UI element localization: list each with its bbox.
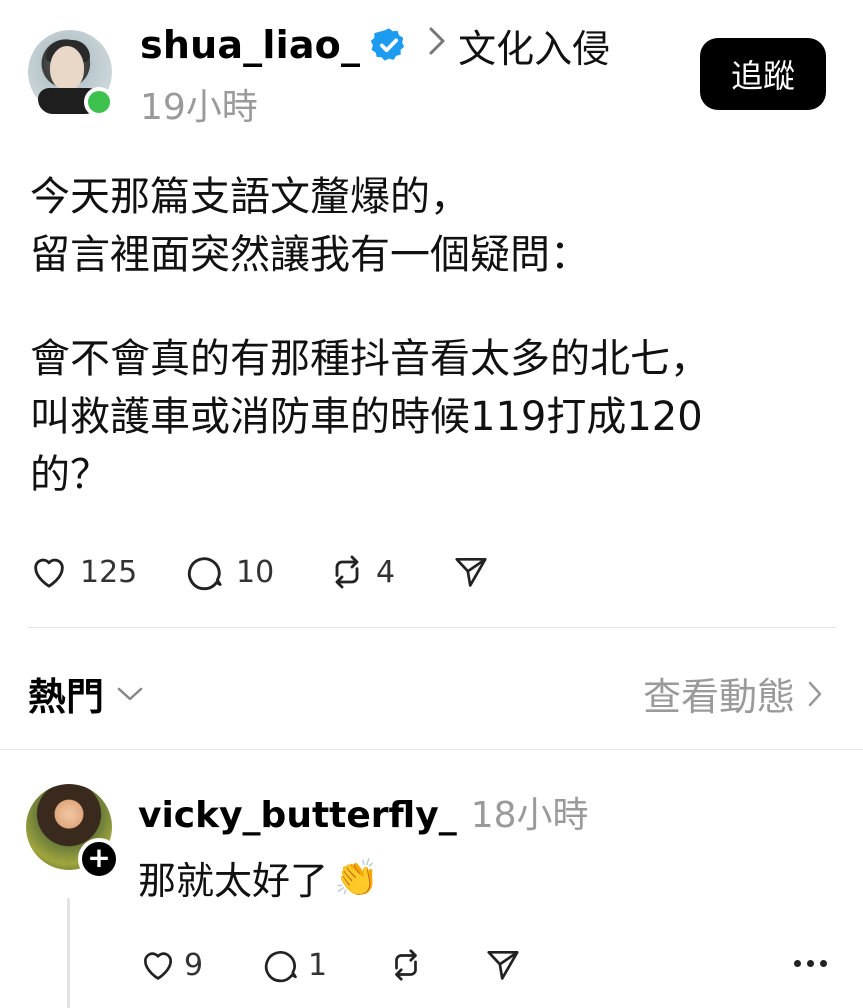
post-divider (28, 627, 836, 628)
post-paragraph-1: 今天那篇支語文釐爆的， 留言裡面突然讓我有一個疑問： (30, 174, 590, 278)
follow-plus-icon[interactable]: + (78, 838, 120, 880)
view-activity-label: 查看動態 (642, 675, 795, 719)
share-button[interactable] (452, 552, 490, 592)
comment-text: 那就太好了 👏 (138, 850, 379, 905)
thread-line (67, 898, 70, 1008)
repost-count: 4 (376, 554, 396, 590)
view-activity-link[interactable]: 查看動態 (643, 666, 823, 721)
comment-bubble-icon (264, 951, 297, 983)
post-paragraph-2: 會不會真的有那種抖音看太多的北七， 叫救護車或消防車的時候119打成120 的？ (30, 336, 710, 498)
comment-button[interactable]: 10 (186, 552, 274, 592)
heart-icon (34, 558, 64, 588)
post-time: 19小時 (140, 87, 258, 128)
comment-like-count: 9 (184, 947, 204, 983)
chevron-down-icon (117, 687, 143, 700)
comment-share-button[interactable] (484, 946, 522, 984)
comment-reply-button[interactable]: 1 (262, 946, 327, 984)
comment-time: 18小時 (470, 795, 589, 836)
send-icon (487, 950, 519, 980)
topic-tag[interactable]: 文化入侵 (458, 18, 610, 73)
online-status-dot (84, 87, 114, 117)
heart-icon (143, 952, 173, 980)
comment-repost-button[interactable] (386, 946, 426, 984)
topic-chevron-icon (426, 25, 448, 66)
more-options-icon[interactable] (794, 960, 827, 967)
sort-label: 熱門 (28, 675, 105, 719)
clapping-hands-icon: 👏 (334, 857, 379, 899)
comment-bubble-icon (187, 557, 222, 591)
verified-badge-icon (370, 28, 405, 61)
comment-header: vicky_butterfly_ 18小時 (138, 786, 589, 838)
comment-like-button[interactable]: 9 (138, 946, 203, 984)
follow-button[interactable]: 追蹤 (700, 38, 826, 110)
comment-reply-count: 1 (308, 947, 328, 983)
send-icon (455, 557, 487, 587)
like-count: 125 (80, 554, 138, 590)
like-button[interactable]: 125 (28, 552, 137, 592)
repost-icon (335, 555, 359, 589)
chevron-right-icon (808, 681, 822, 706)
post-header-line: shua_liao_ 文化入侵 (140, 18, 610, 72)
sort-dropdown[interactable]: 熱門 (28, 666, 144, 721)
comment-count: 10 (236, 554, 275, 590)
replies-divider (0, 749, 863, 750)
comment-text-body: 那就太好了 (138, 859, 329, 903)
repost-button[interactable]: 4 (326, 552, 395, 592)
repost-icon (395, 949, 417, 981)
commenter-username[interactable]: vicky_butterfly_ (138, 795, 457, 836)
author-username[interactable]: shua_liao_ (140, 23, 360, 67)
